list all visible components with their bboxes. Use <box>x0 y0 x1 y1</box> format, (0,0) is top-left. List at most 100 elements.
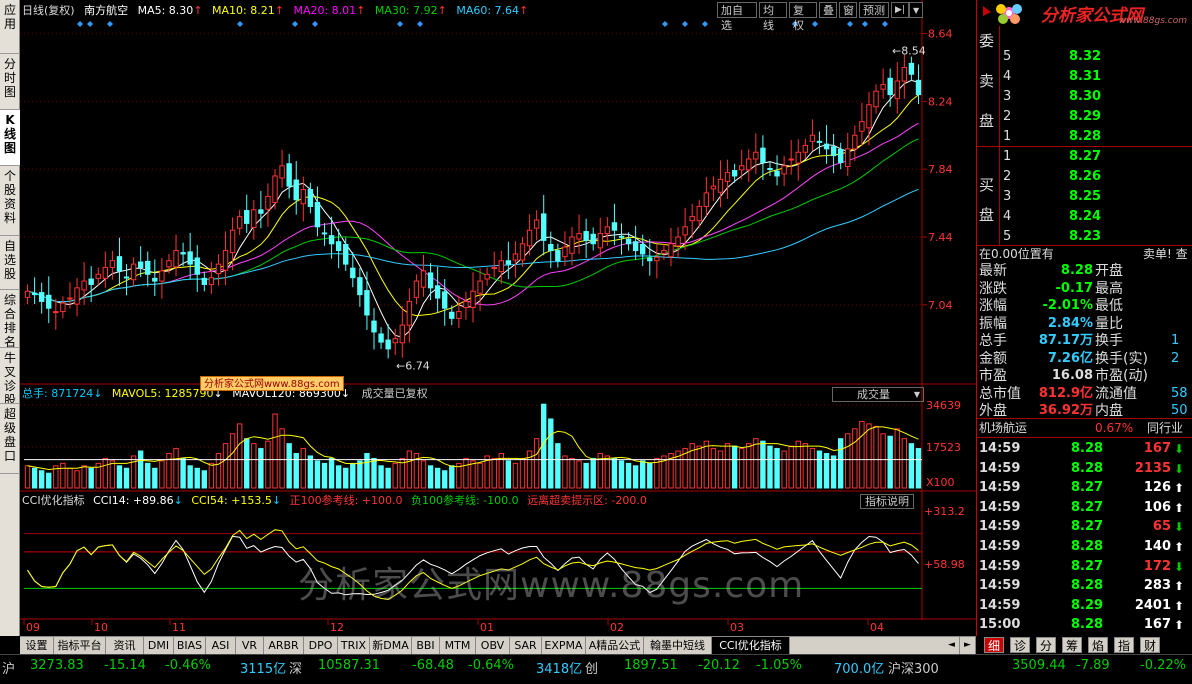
volume-bar <box>512 462 519 489</box>
cci54-value: CCI54: +153.5 <box>191 494 272 507</box>
candle-body <box>894 80 900 100</box>
tick-time: 14:59 <box>979 539 1021 554</box>
left-tab-4[interactable]: 自选股 <box>0 236 20 290</box>
toolbar-button-5[interactable]: 预测 <box>859 2 889 18</box>
indicator-tab-7[interactable]: ARBR <box>264 637 304 654</box>
volume-bar <box>724 443 731 489</box>
kline-chart-area[interactable]: 8.64 8.24 7.84 7.44 7.04 ←8.54 ←6.74 34639 17523… <box>20 0 976 636</box>
candle-body <box>774 170 780 177</box>
volume-bar <box>46 472 52 489</box>
indicator-tab-17[interactable]: 翰墨中短线 <box>644 637 712 654</box>
indicator-tab-4[interactable]: BIAS <box>174 637 206 654</box>
volume-bar <box>470 460 476 489</box>
detail-tab-6[interactable]: 财 <box>1140 637 1160 653</box>
toolbar-button-3[interactable]: 叠 <box>819 2 837 18</box>
event-marker-icon[interactable] <box>107 21 113 27</box>
same-industry-link[interactable]: 同行业 <box>1147 418 1183 438</box>
indicator-tab-13[interactable]: OBV <box>476 637 510 654</box>
candle-body <box>364 290 370 316</box>
detail-tab-1[interactable]: 诊 <box>1010 637 1030 653</box>
detail-tab-0[interactable]: 细 <box>984 637 1004 653</box>
volume-bar <box>24 465 31 489</box>
event-marker-icon[interactable] <box>702 21 708 27</box>
extreme-line: 远离超卖提示区: -200.0 <box>527 494 647 507</box>
chevron-down-icon[interactable]: ▼ <box>909 2 923 18</box>
candle-body <box>512 253 519 261</box>
event-marker-icon[interactable] <box>662 21 668 27</box>
left-tab-6[interactable]: 牛叉诊股 <box>0 348 20 404</box>
event-marker-icon[interactable] <box>397 21 403 27</box>
up-arrow-icon: ⬆ <box>1174 481 1185 496</box>
scroll-left-icon[interactable]: ◄ <box>944 637 960 654</box>
event-marker-icon[interactable] <box>682 21 688 27</box>
toolbar-button-1[interactable]: 均线 <box>759 2 787 32</box>
event-marker-icon[interactable] <box>87 21 93 27</box>
indicator-tab-8[interactable]: DPO <box>304 637 338 654</box>
volume-bar <box>130 455 137 489</box>
detail-tab-3[interactable]: 筹 <box>1062 637 1082 653</box>
logo-url: www.88gs.com <box>1118 16 1187 26</box>
indicator-tab-11[interactable]: BBI <box>412 637 440 654</box>
volume-bar <box>343 467 349 489</box>
candle-body <box>463 300 469 309</box>
left-tab-7[interactable]: 超级盘口 <box>0 404 20 474</box>
event-marker-icon[interactable] <box>312 21 318 27</box>
event-marker-icon[interactable] <box>847 21 853 27</box>
sh-pct: -0.46% <box>165 658 211 673</box>
indicator-tab-10[interactable]: 新DMA <box>370 637 412 654</box>
indicator-tab-2[interactable]: 资讯 <box>106 637 144 654</box>
indicator-explain-button[interactable]: 指标说明 <box>860 494 914 509</box>
event-marker-icon[interactable] <box>882 21 888 27</box>
candle-body <box>555 250 561 262</box>
indicator-tab-0[interactable]: 设置 <box>20 637 54 654</box>
indicator-tab-3[interactable]: DMI <box>144 637 174 654</box>
indicator-tab-5[interactable]: ASI <box>206 637 236 654</box>
up-arrow-icon: ⬆ <box>1174 598 1185 613</box>
volume-bar <box>576 460 582 489</box>
candle-body <box>583 231 589 241</box>
toolbar-button-2[interactable]: 复权 <box>789 2 817 32</box>
play-icon[interactable]: ▶| <box>891 2 909 18</box>
chart-canvas[interactable]: 8.64 8.24 7.84 7.44 7.04 ←8.54 ←6.74 34639 17523… <box>20 0 976 636</box>
left-tab-0[interactable]: 应用 <box>0 0 20 54</box>
candle-body <box>491 267 497 270</box>
event-marker-icon[interactable] <box>417 21 423 27</box>
tick-time: 15:00 <box>979 617 1021 633</box>
detail-tab-2[interactable]: 分 <box>1036 637 1056 653</box>
event-marker-icon[interactable] <box>77 21 83 27</box>
detail-tab-4[interactable]: 焰 <box>1088 637 1108 653</box>
candle-body <box>470 290 476 309</box>
left-tab-1[interactable]: 分时图 <box>0 54 20 110</box>
event-marker-icon[interactable] <box>862 21 868 27</box>
left-tab-5[interactable]: 综合排名 <box>0 290 20 348</box>
indicator-tab-12[interactable]: MTM <box>440 637 476 654</box>
toolbar-button-4[interactable]: 窗 <box>839 2 857 18</box>
event-marker-icon[interactable] <box>292 21 298 27</box>
tick-volume: 172 <box>1143 558 1171 574</box>
event-marker-icon[interactable] <box>812 21 818 27</box>
volume-selector[interactable]: 成交量 ▼ <box>832 387 924 402</box>
industry-name[interactable]: 机场航运 <box>979 418 1027 438</box>
volume-bar <box>265 440 271 489</box>
indicator-tab-15[interactable]: EXPMA <box>542 637 586 654</box>
indicator-tab-14[interactable]: SAR <box>510 637 542 654</box>
candle-body <box>53 311 59 314</box>
scroll-right-icon[interactable]: ► <box>960 637 976 654</box>
sell-order-link[interactable]: 卖单! 查 <box>1143 244 1188 264</box>
indicator-tab-1[interactable]: 指标平台 <box>54 637 106 654</box>
candle-body <box>823 143 830 150</box>
left-tab-2[interactable]: K线图 <box>0 110 20 166</box>
toolbar-button-0[interactable]: 加自选 <box>717 2 757 32</box>
event-marker-icon[interactable] <box>237 21 243 27</box>
indicator-tab-16[interactable]: A精品公式 <box>586 637 644 654</box>
candle-body <box>251 209 257 228</box>
candle-body <box>477 280 483 294</box>
indicator-tab-6[interactable]: VR <box>236 637 264 654</box>
detail-tab-5[interactable]: 指 <box>1114 637 1134 653</box>
candle-body <box>781 165 787 175</box>
indicator-tab-9[interactable]: TRIX <box>338 637 370 654</box>
tick-volume: 167 <box>1143 441 1171 456</box>
left-tab-3[interactable]: 个股资料 <box>0 166 20 236</box>
volume-axis-label-1: 17523 <box>926 441 961 454</box>
indicator-tab-18[interactable]: CCI优化指标 <box>712 637 790 654</box>
